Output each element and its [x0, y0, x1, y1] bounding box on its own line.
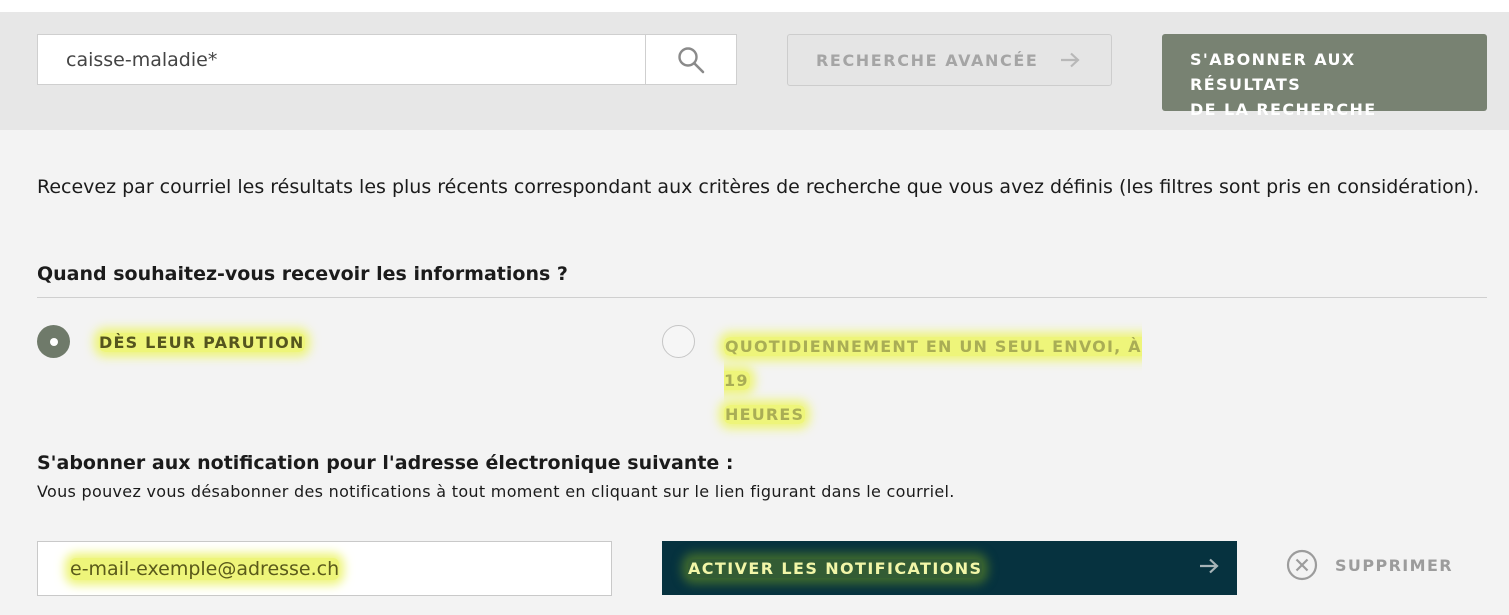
option-on-publication-label[interactable]: DÈS LEUR PARUTION [99, 333, 305, 352]
activate-notifications-label: ACTIVER LES NOTIFICATIONS [688, 558, 983, 578]
delete-label: SUPPRIMER [1335, 555, 1454, 575]
advanced-search-button[interactable]: RECHERCHE AVANCÉE [787, 34, 1112, 86]
subscribe-results-button[interactable]: S'ABONNER AUX RÉSULTATS DE LA RECHERCHE [1162, 34, 1487, 119]
email-field[interactable]: e-mail-exemple@adresse.ch [37, 541, 612, 596]
email-section-subtitle: Vous pouvez vous désabonner des notifica… [37, 482, 955, 501]
close-circle-icon [1286, 549, 1318, 581]
delete-button[interactable]: SUPPRIMER [1286, 548, 1453, 582]
top-strip [0, 0, 1509, 12]
activate-notifications-button[interactable]: ACTIVER LES NOTIFICATIONS [662, 541, 1237, 595]
subscribe-label-line2: DE LA RECHERCHE [1190, 100, 1377, 119]
radio-daily[interactable] [662, 325, 695, 358]
email-section-title: S'abonner aux notification pour l'adress… [37, 452, 734, 474]
option-daily-text-line1: QUOTIDIENNEMENT EN UN SEUL ENVOI, À 19 [724, 337, 1142, 390]
search-box [37, 34, 737, 85]
intro-text: Recevez par courriel les résultats les p… [37, 176, 1480, 198]
arrow-right-icon [1060, 52, 1081, 68]
subscribe-label-line1: S'ABONNER AUX RÉSULTATS [1190, 50, 1356, 94]
search-input[interactable] [38, 35, 645, 84]
search-icon [678, 46, 705, 73]
radio-on-publication[interactable] [37, 325, 70, 358]
email-value: e-mail-exemple@adresse.ch [70, 557, 340, 580]
arrow-right-icon [1199, 558, 1219, 578]
search-button[interactable] [645, 35, 736, 84]
option-daily-label[interactable]: QUOTIDIENNEMENT EN UN SEUL ENVOI, À 19 H… [724, 330, 1144, 432]
option-daily-text-line2: HEURES [724, 405, 806, 424]
divider [37, 297, 1487, 298]
frequency-title: Quand souhaitez-vous recevoir les inform… [37, 263, 568, 285]
advanced-search-label: RECHERCHE AVANCÉE [816, 50, 1039, 70]
option-on-publication-text: DÈS LEUR PARUTION [99, 333, 305, 352]
